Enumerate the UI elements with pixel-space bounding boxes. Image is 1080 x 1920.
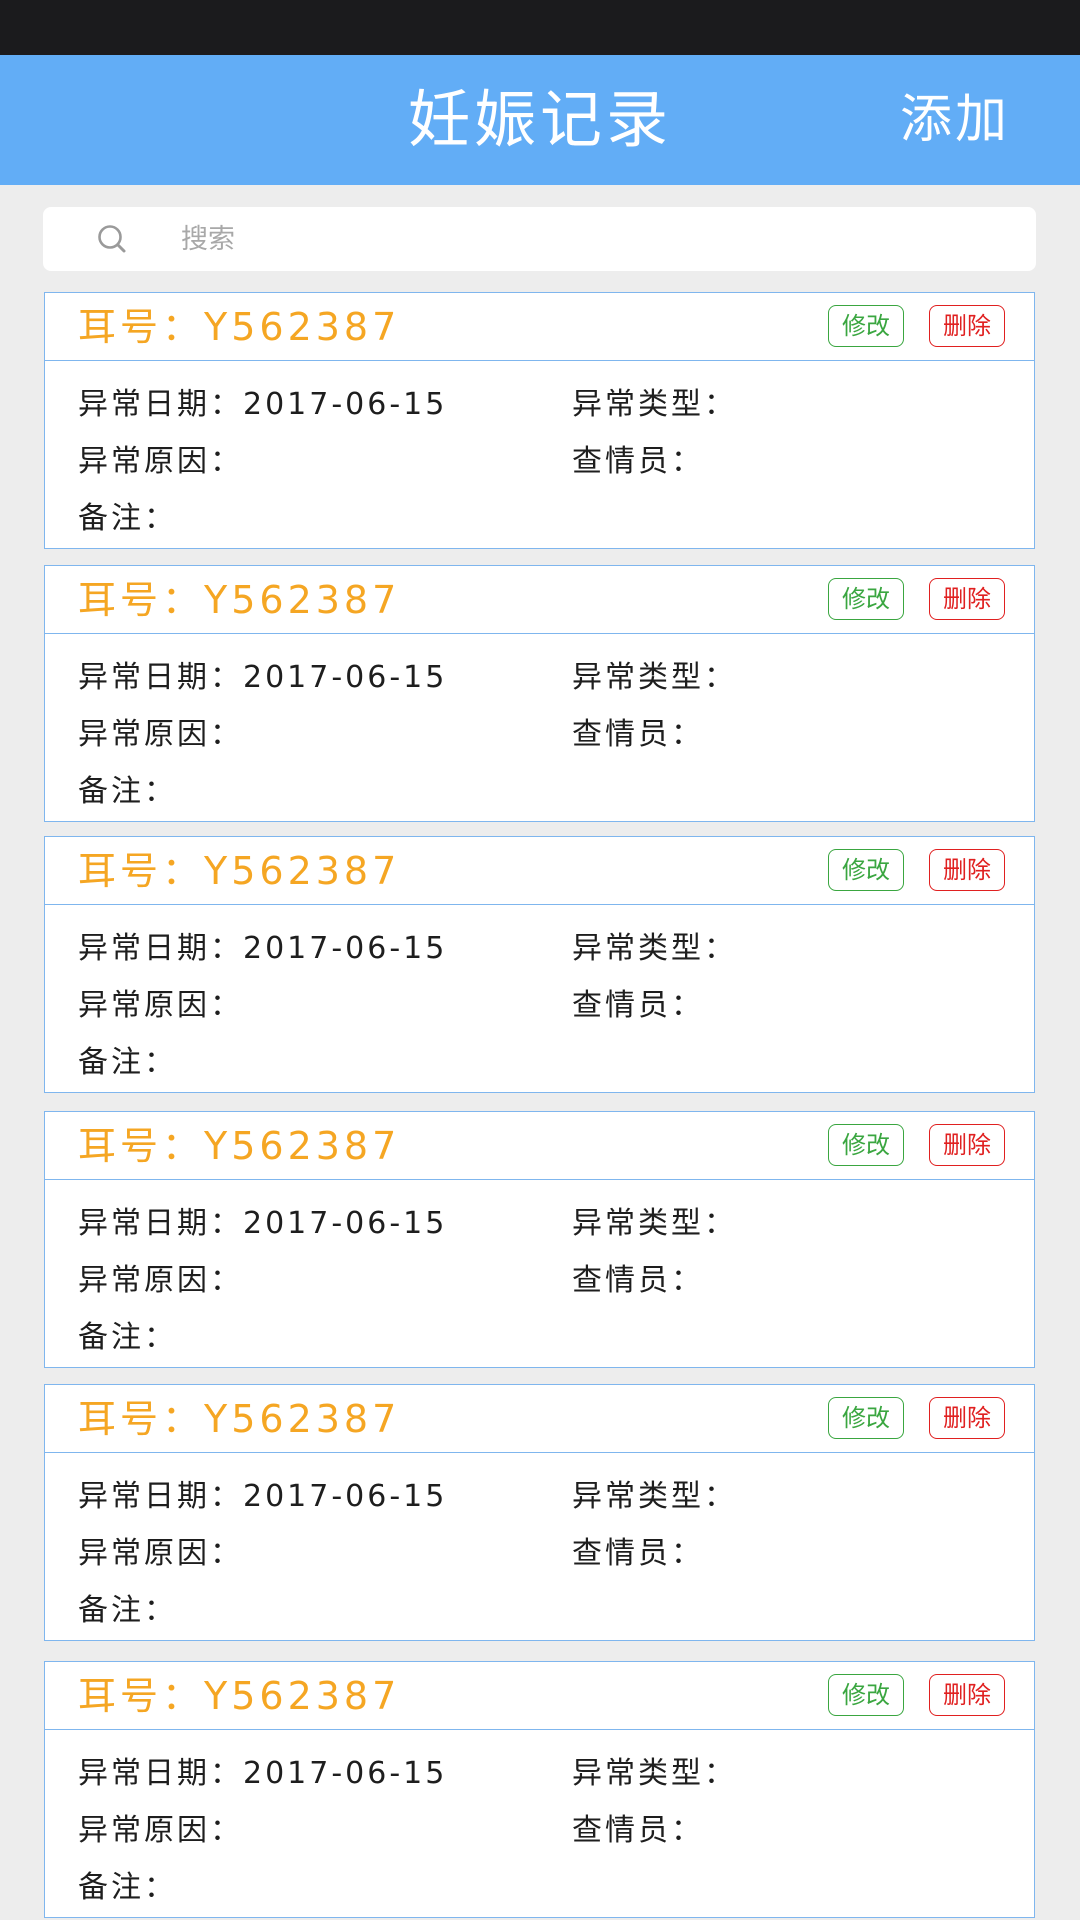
record-card-header: 耳号：Y562387 修改 删除 <box>45 1112 1034 1180</box>
delete-button[interactable]: 删除 <box>929 1397 1005 1439</box>
record-card: 耳号：Y562387 修改 删除 异常日期：2017-06-15 异常类型： 异… <box>44 1111 1035 1368</box>
inspector: 查情员： <box>572 444 704 479</box>
edit-button[interactable]: 修改 <box>828 1674 904 1716</box>
ear-number-label: 耳号：Y562387 <box>78 1397 401 1441</box>
inspector: 查情员： <box>572 1263 704 1298</box>
abnormal-reason: 异常原因： <box>78 1536 243 1571</box>
edit-button[interactable]: 修改 <box>828 578 904 620</box>
ear-number-label: 耳号：Y562387 <box>78 849 401 893</box>
edit-button[interactable]: 修改 <box>828 849 904 891</box>
record-list: 耳号：Y562387 修改 删除 异常日期：2017-06-15 异常类型： 异… <box>0 0 1080 1920</box>
abnormal-reason: 异常原因： <box>78 988 243 1023</box>
abnormal-date: 异常日期：2017-06-15 <box>78 1756 448 1791</box>
abnormal-type: 异常类型： <box>572 1206 737 1241</box>
record-card: 耳号：Y562387 修改 删除 异常日期：2017-06-15 异常类型： 异… <box>44 565 1035 822</box>
abnormal-date: 异常日期：2017-06-15 <box>78 1206 448 1241</box>
delete-button[interactable]: 删除 <box>929 1124 1005 1166</box>
abnormal-type: 异常类型： <box>572 931 737 966</box>
abnormal-reason: 异常原因： <box>78 1263 243 1298</box>
edit-button[interactable]: 修改 <box>828 1397 904 1439</box>
edit-button[interactable]: 修改 <box>828 305 904 347</box>
abnormal-reason: 异常原因： <box>78 444 243 479</box>
note: 备注： <box>78 1870 177 1905</box>
note: 备注： <box>78 1593 177 1628</box>
inspector: 查情员： <box>572 717 704 752</box>
delete-button[interactable]: 删除 <box>929 578 1005 620</box>
note: 备注： <box>78 774 177 809</box>
abnormal-reason: 异常原因： <box>78 717 243 752</box>
inspector: 查情员： <box>572 1536 704 1571</box>
abnormal-date: 异常日期：2017-06-15 <box>78 387 448 422</box>
delete-button[interactable]: 删除 <box>929 849 1005 891</box>
record-card-header: 耳号：Y562387 修改 删除 <box>45 837 1034 905</box>
record-card: 耳号：Y562387 修改 删除 异常日期：2017-06-15 异常类型： 异… <box>44 1661 1035 1918</box>
delete-button[interactable]: 删除 <box>929 305 1005 347</box>
record-card-header: 耳号：Y562387 修改 删除 <box>45 566 1034 634</box>
inspector: 查情员： <box>572 988 704 1023</box>
record-card: 耳号：Y562387 修改 删除 异常日期：2017-06-15 异常类型： 异… <box>44 836 1035 1093</box>
inspector: 查情员： <box>572 1813 704 1848</box>
abnormal-type: 异常类型： <box>572 387 737 422</box>
abnormal-type: 异常类型： <box>572 660 737 695</box>
abnormal-type: 异常类型： <box>572 1756 737 1791</box>
record-card: 耳号：Y562387 修改 删除 异常日期：2017-06-15 异常类型： 异… <box>44 292 1035 549</box>
record-card-header: 耳号：Y562387 修改 删除 <box>45 1662 1034 1730</box>
ear-number-label: 耳号：Y562387 <box>78 578 401 622</box>
ear-number-label: 耳号：Y562387 <box>78 305 401 349</box>
abnormal-date: 异常日期：2017-06-15 <box>78 1479 448 1514</box>
record-card-header: 耳号：Y562387 修改 删除 <box>45 1385 1034 1453</box>
abnormal-reason: 异常原因： <box>78 1813 243 1848</box>
abnormal-date: 异常日期：2017-06-15 <box>78 660 448 695</box>
abnormal-date: 异常日期：2017-06-15 <box>78 931 448 966</box>
abnormal-type: 异常类型： <box>572 1479 737 1514</box>
note: 备注： <box>78 1045 177 1080</box>
edit-button[interactable]: 修改 <box>828 1124 904 1166</box>
ear-number-label: 耳号：Y562387 <box>78 1124 401 1168</box>
note: 备注： <box>78 501 177 536</box>
record-card-header: 耳号：Y562387 修改 删除 <box>45 293 1034 361</box>
ear-number-label: 耳号：Y562387 <box>78 1674 401 1718</box>
delete-button[interactable]: 删除 <box>929 1674 1005 1716</box>
note: 备注： <box>78 1320 177 1355</box>
record-card: 耳号：Y562387 修改 删除 异常日期：2017-06-15 异常类型： 异… <box>44 1384 1035 1641</box>
